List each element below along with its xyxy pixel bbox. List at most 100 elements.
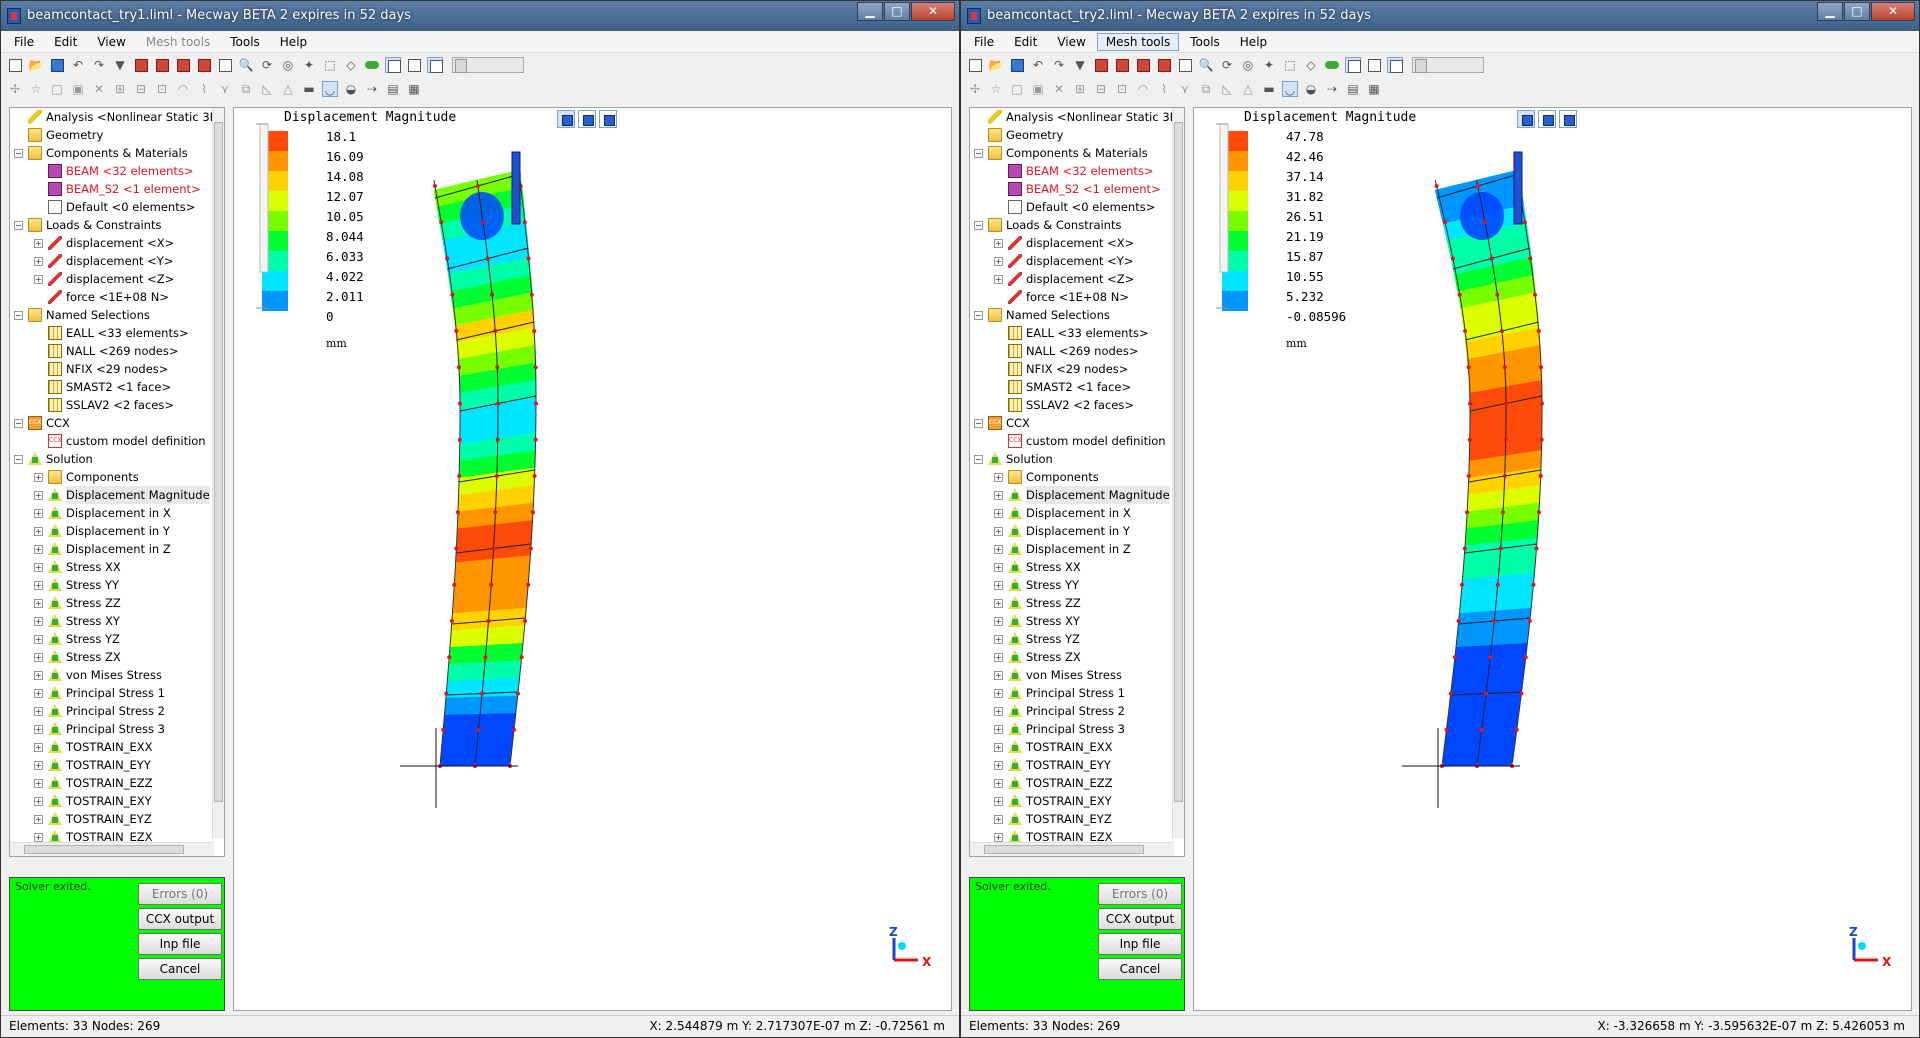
- tree-item[interactable]: + Displacement Magnitude: [970, 486, 1184, 504]
- expand-icon[interactable]: +: [994, 275, 1003, 284]
- tree-item[interactable]: + displacement <X>: [970, 234, 1184, 252]
- expand-icon[interactable]: +: [34, 761, 43, 770]
- expand-icon[interactable]: +: [994, 635, 1003, 644]
- menu-mesh-tools[interactable]: Mesh tools: [1096, 32, 1180, 51]
- solve-icon[interactable]: ▼: [112, 57, 128, 73]
- tree-item[interactable]: + Principal Stress 3: [10, 720, 224, 738]
- tree-item[interactable]: Default <0 elements>: [10, 198, 224, 216]
- zoom-box-icon[interactable]: [217, 57, 233, 73]
- tree-item[interactable]: + TOSTRAIN_EXX: [10, 738, 224, 756]
- revolve-tool-icon[interactable]: ◠: [175, 81, 191, 97]
- expand-icon[interactable]: +: [34, 473, 43, 482]
- select-mode-icon[interactable]: ⬚: [322, 57, 338, 73]
- collapse-icon[interactable]: −: [14, 419, 23, 428]
- cube-tool-icon[interactable]: ▣: [1030, 81, 1046, 97]
- tree-item[interactable]: + Stress YY: [10, 576, 224, 594]
- sweep-tool-icon[interactable]: ⌇: [1156, 81, 1172, 97]
- open-folder-icon[interactable]: 📂: [28, 57, 44, 73]
- graphics-viewport[interactable]: Z X Displacement Magnitude 47.78 42.46 37.1…: [1193, 107, 1912, 1011]
- collapse-icon[interactable]: −: [974, 455, 983, 464]
- contour-icon[interactable]: ◡: [1282, 81, 1298, 97]
- split-tool-icon[interactable]: ⊟: [1093, 81, 1109, 97]
- line-style-icon[interactable]: ▬: [1261, 81, 1277, 97]
- expand-icon[interactable]: +: [34, 527, 43, 536]
- extrude-tool-icon[interactable]: ⊡: [154, 81, 170, 97]
- tree-item[interactable]: + displacement <Z>: [970, 270, 1184, 288]
- tree-item[interactable]: EALL <33 elements>: [970, 324, 1184, 342]
- collapse-icon[interactable]: −: [14, 149, 23, 158]
- tree-item[interactable]: + Stress YZ: [10, 630, 224, 648]
- tree-item[interactable]: − Named Selections: [10, 306, 224, 324]
- tree-item[interactable]: NALL <269 nodes>: [970, 342, 1184, 360]
- expand-icon[interactable]: +: [994, 707, 1003, 716]
- tree-item[interactable]: + TOSTRAIN_EXY: [10, 792, 224, 810]
- expand-icon[interactable]: +: [34, 635, 43, 644]
- tree-item[interactable]: + Principal Stress 1: [10, 684, 224, 702]
- node-tool-icon[interactable]: ✢: [7, 81, 23, 97]
- tree-item[interactable]: force <1E+08 N>: [970, 288, 1184, 306]
- expand-icon[interactable]: +: [34, 545, 43, 554]
- expand-icon[interactable]: +: [34, 491, 43, 500]
- tree-item[interactable]: + displacement <Y>: [10, 252, 224, 270]
- save-icon[interactable]: [1009, 57, 1025, 73]
- expand-icon[interactable]: +: [34, 707, 43, 716]
- tree-vertical-scrollbar[interactable]: [1172, 108, 1184, 838]
- tree-item[interactable]: + TOSTRAIN_EXX: [970, 738, 1184, 756]
- open-folder-icon[interactable]: 📂: [988, 57, 1004, 73]
- tree-item[interactable]: CCX custom model definition: [970, 432, 1184, 450]
- square-tool-icon[interactable]: □: [49, 81, 65, 97]
- tree-item[interactable]: − CCX CCX: [970, 414, 1184, 432]
- tree-item[interactable]: + Principal Stress 3: [970, 720, 1184, 738]
- expand-icon[interactable]: +: [34, 653, 43, 662]
- expand-icon[interactable]: +: [34, 689, 43, 698]
- expand-icon[interactable]: +: [994, 257, 1003, 266]
- paste-icon[interactable]: [175, 57, 191, 73]
- tree-item[interactable]: + Displacement in Y: [10, 522, 224, 540]
- expand-icon[interactable]: +: [994, 563, 1003, 572]
- extrude-tool-icon[interactable]: ⊡: [1114, 81, 1130, 97]
- minimize-button[interactable]: ▁: [1817, 2, 1843, 21]
- tree-item[interactable]: − Solution: [970, 450, 1184, 468]
- graphics-viewport[interactable]: Z X Displacement Magnitude 18.1 16.09 14.08…: [233, 107, 952, 1011]
- copy-icon[interactable]: [154, 57, 170, 73]
- tree-item[interactable]: + Displacement in X: [970, 504, 1184, 522]
- menu-mesh-tools[interactable]: Mesh tools: [137, 33, 219, 51]
- tree-item[interactable]: − CCX CCX: [10, 414, 224, 432]
- arrow-display-icon[interactable]: ⇢: [1324, 81, 1340, 97]
- element-tool-icon[interactable]: ☆: [988, 81, 1004, 97]
- tree-item[interactable]: + displacement <Z>: [10, 270, 224, 288]
- cancel-button[interactable]: Cancel: [1098, 958, 1182, 980]
- tree-item[interactable]: + Stress YY: [970, 576, 1184, 594]
- select-mode-icon[interactable]: ⬚: [1282, 57, 1298, 73]
- inp-file-button[interactable]: Inp file: [1098, 933, 1182, 955]
- expand-icon[interactable]: +: [34, 599, 43, 608]
- solve-icon[interactable]: ▼: [1072, 57, 1088, 73]
- cancel-button[interactable]: Cancel: [138, 958, 222, 980]
- tree-item[interactable]: + TOSTRAIN_EYY: [970, 756, 1184, 774]
- menu-tools[interactable]: Tools: [221, 33, 269, 51]
- expand-icon[interactable]: +: [994, 599, 1003, 608]
- tree-item[interactable]: + Displacement in Z: [10, 540, 224, 558]
- tree-item[interactable]: + von Mises Stress: [970, 666, 1184, 684]
- select-icon[interactable]: ✦: [1261, 57, 1277, 73]
- minimize-button[interactable]: ▁: [857, 2, 883, 21]
- menu-view[interactable]: View: [88, 33, 134, 51]
- zoom-slider[interactable]: [1412, 57, 1484, 73]
- tree-item[interactable]: + TOSTRAIN_EZZ: [10, 774, 224, 792]
- rotate-icon[interactable]: ⟳: [1219, 57, 1235, 73]
- delete-icon[interactable]: [1156, 57, 1172, 73]
- surface-icon[interactable]: [364, 57, 380, 73]
- tree-vertical-scrollbar[interactable]: [212, 108, 224, 838]
- scale-tool-icon[interactable]: ◺: [1219, 81, 1235, 97]
- contour-icon[interactable]: ◡: [322, 81, 338, 97]
- tree-item[interactable]: SMAST2 <1 face>: [10, 378, 224, 396]
- tree-item[interactable]: CCX custom model definition: [10, 432, 224, 450]
- scale-tool-icon[interactable]: ◺: [259, 81, 275, 97]
- expand-icon[interactable]: +: [994, 491, 1003, 500]
- tree-item[interactable]: Geometry: [10, 126, 224, 144]
- tree-item[interactable]: + Stress XX: [10, 558, 224, 576]
- menu-help[interactable]: Help: [271, 33, 316, 51]
- tree-item[interactable]: SSLAV2 <2 faces>: [970, 396, 1184, 414]
- expand-icon[interactable]: +: [994, 239, 1003, 248]
- tree-item[interactable]: + Displacement in X: [10, 504, 224, 522]
